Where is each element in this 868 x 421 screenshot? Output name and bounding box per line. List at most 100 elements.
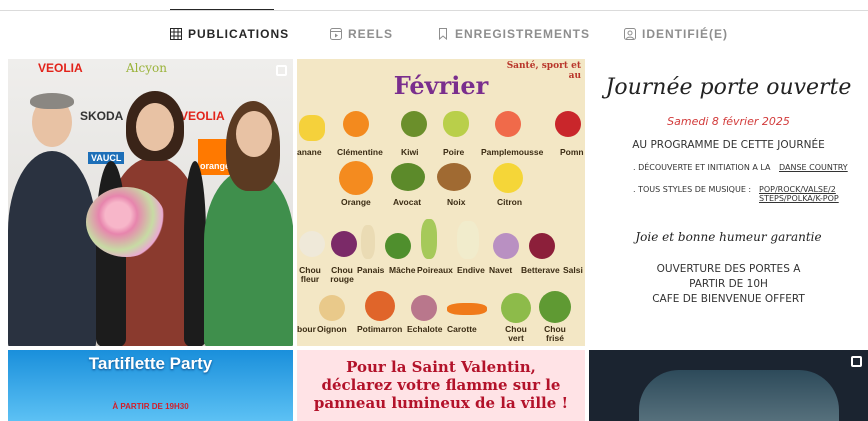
person-hair xyxy=(30,93,74,109)
produce-label: Navet xyxy=(489,265,513,275)
person-head xyxy=(136,103,174,151)
person-jacket xyxy=(184,161,206,346)
sponsor-logo: Alcyon xyxy=(126,61,167,75)
post-fevrier-seasonal[interactable]: Février Santé, sport et au anane Clément… xyxy=(297,59,585,346)
produce-label: Noix xyxy=(447,197,466,207)
orange-image xyxy=(339,161,373,195)
profile-tabs: PUBLICATIONS REELS ENREGISTREMENTS IDENT… xyxy=(0,9,868,58)
produce-label: Clémentine xyxy=(337,147,383,157)
squash-image xyxy=(365,291,395,321)
parsnip-image xyxy=(361,225,375,259)
produce-label: Kiwi xyxy=(401,147,419,157)
produce-label: bour xyxy=(297,324,316,334)
lemon-image xyxy=(493,163,523,193)
tartiflette-time: À PARTIR DE 19H30 xyxy=(112,402,189,411)
posts-grid: VEOLIA Alcyon SKODA VEOLIA VAUCL orange … xyxy=(8,59,868,421)
post-night-building[interactable] xyxy=(589,350,868,421)
valentin-text: Pour la Saint Valentin, déclarez votre f… xyxy=(313,358,569,412)
post-saint-valentin[interactable]: Pour la Saint Valentin, déclarez votre f… xyxy=(297,350,585,421)
pear-image xyxy=(443,111,469,137)
jpo-joie: Joie et bonne humeur garantie xyxy=(635,230,822,244)
savoy-cabbage-image xyxy=(539,291,571,323)
reels-icon xyxy=(330,28,342,40)
sponsor-logo: VAUCL xyxy=(88,152,125,164)
produce-label: Betterave xyxy=(521,265,560,275)
grid-icon xyxy=(170,28,182,40)
produce-label: Chou frisé xyxy=(544,324,566,343)
jpo-line2: . TOUS STYLES DE MUSIQUE : xyxy=(633,185,752,194)
building-shape xyxy=(639,370,839,421)
produce-label: Chou rouge xyxy=(330,265,354,284)
produce-label: Echalote xyxy=(407,324,443,334)
person-man xyxy=(8,151,96,346)
produce-label: Oignon xyxy=(317,324,347,334)
jpo-cafe: CAFE DE BIENVENUE OFFERT xyxy=(652,293,805,305)
tab-enregistrements[interactable]: ENREGISTREMENTS xyxy=(437,10,589,58)
beetroot-image xyxy=(529,233,555,259)
jpo-title: Journée porte ouverte xyxy=(605,75,852,100)
leek-image xyxy=(421,219,437,259)
walnut-image xyxy=(437,163,471,191)
produce-label: Panais xyxy=(357,265,385,275)
produce-label: Avocat xyxy=(393,197,422,207)
produce-label: Poireaux xyxy=(417,265,453,275)
tab-label: PUBLICATIONS xyxy=(188,27,290,41)
tab-reels[interactable]: REELS xyxy=(330,10,392,58)
jpo-date: Samedi 8 février 2025 xyxy=(667,115,790,128)
person-woman-right xyxy=(204,169,293,346)
produce-label: Pomn xyxy=(560,147,584,157)
onion-image xyxy=(319,295,345,321)
produce-label: Chou vert xyxy=(505,324,527,343)
sponsor-logo: VEOLIA xyxy=(38,61,83,75)
carousel-icon xyxy=(276,65,287,76)
tartiflette-title: Tartiflette Party xyxy=(88,354,213,373)
post-photo-award[interactable]: VEOLIA Alcyon SKODA VEOLIA VAUCL orange xyxy=(8,59,293,346)
produce-label: Potimarron xyxy=(357,324,403,334)
tab-label: IDENTIFIÉ(E) xyxy=(642,27,728,41)
apple-image xyxy=(555,111,581,137)
bookmark-icon xyxy=(437,28,449,40)
post-journee-porte-ouverte[interactable]: Journée porte ouverte Samedi 8 février 2… xyxy=(589,59,868,346)
shallot-image xyxy=(411,295,437,321)
jpo-line2b: POP/ROCK/VALSE/2 STEPS/POLKA/K-POP xyxy=(759,185,839,203)
fevrier-side-text: Santé, sport et au xyxy=(506,61,581,81)
post-tartiflette-party[interactable]: Tartiflette Party À PARTIR DE 19H30 xyxy=(8,350,293,421)
turnip-image xyxy=(493,233,519,259)
kiwi-image xyxy=(401,111,427,137)
jpo-ouverture-time: PARTIR DE 10H xyxy=(689,278,768,290)
banana-image xyxy=(299,115,325,141)
cauliflower-image xyxy=(299,231,325,257)
jpo-line1b: DANSE COUNTRY xyxy=(779,163,848,172)
produce-label: Citron xyxy=(497,197,523,207)
tagged-icon xyxy=(624,28,636,40)
carousel-icon xyxy=(851,356,862,367)
tab-label: ENREGISTREMENTS xyxy=(455,27,591,41)
clementine-image xyxy=(343,111,369,137)
jpo-ouverture: OUVERTURE DES PORTES A xyxy=(656,263,801,275)
tab-publications[interactable]: PUBLICATIONS xyxy=(170,9,288,58)
jpo-programme: AU PROGRAMME DE CETTE JOURNÉE xyxy=(632,139,825,151)
produce-label: Orange xyxy=(341,197,371,207)
jpo-line1: . DÉCOUVERTE ET INITIATION A LA xyxy=(633,163,771,172)
produce-label: Salsi xyxy=(563,265,583,275)
produce-label: Carotte xyxy=(447,324,477,334)
lambs-lettuce-image xyxy=(385,233,411,259)
person-head xyxy=(236,111,272,157)
endive-image xyxy=(457,221,479,259)
produce-label: Endive xyxy=(457,265,485,275)
produce-label: Chou fleur xyxy=(299,265,321,284)
sponsor-logo: SKODA xyxy=(80,109,124,123)
carrot-image xyxy=(447,303,487,315)
produce-label: Pamplemousse xyxy=(481,147,544,157)
flower-bouquet xyxy=(86,187,166,257)
tab-label: REELS xyxy=(348,27,394,41)
grapefruit-image xyxy=(495,111,521,137)
sponsor-logo: VEOLIA xyxy=(180,109,225,123)
tab-identifie[interactable]: IDENTIFIÉ(E) xyxy=(624,10,727,58)
produce-label: Mâche xyxy=(389,265,416,275)
avocado-image xyxy=(391,163,425,191)
red-cabbage-image xyxy=(331,231,357,257)
produce-label: Poire xyxy=(443,147,465,157)
produce-label: anane xyxy=(297,147,322,157)
green-cabbage-image xyxy=(501,293,531,323)
